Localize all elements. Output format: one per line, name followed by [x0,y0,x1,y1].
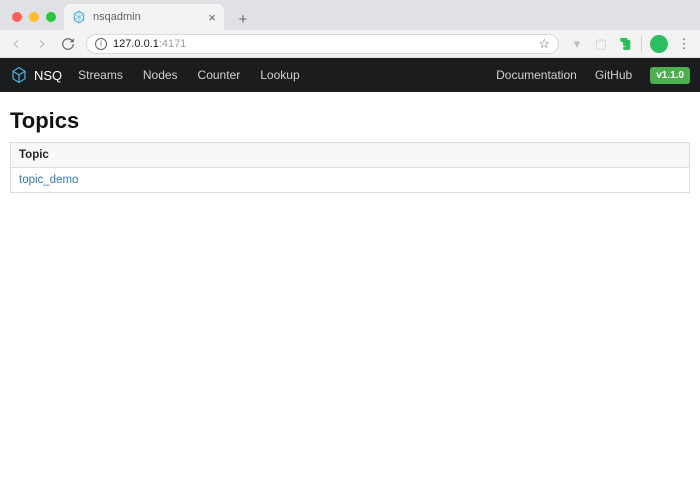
table-row: topic_demo [11,168,690,193]
nav-right: Documentation GitHub v1.1.0 [496,67,690,84]
url-host: 127.0.0.1 [113,38,159,50]
forward-button[interactable] [34,36,50,52]
url-port: :4171 [159,38,187,50]
window-controls [8,12,64,30]
nav-counter[interactable]: Counter [198,68,241,82]
nav-documentation[interactable]: Documentation [496,68,577,82]
bookmark-star-icon[interactable]: ☆ [538,36,550,52]
tab-title: nsqadmin [93,11,208,23]
nav-nodes[interactable]: Nodes [143,68,178,82]
back-button[interactable] [8,36,24,52]
new-tab-button[interactable]: + [230,8,256,30]
close-window-icon[interactable] [12,12,22,22]
extension-icon[interactable]: ▾ [569,36,585,52]
topics-table: Topic topic_demo [10,142,690,193]
reload-button[interactable] [60,36,76,52]
brand-label: NSQ [34,68,62,83]
nsq-favicon-icon [72,10,86,24]
extension-area: ▾ ▢ ⋮ [569,35,692,53]
profile-avatar-icon[interactable] [650,35,668,53]
browser-toolbar: i 127.0.0.1:4171 ☆ ▾ ▢ ⋮ [0,30,700,58]
nav-streams[interactable]: Streams [78,68,123,82]
topic-link[interactable]: topic_demo [19,174,78,186]
browser-menu-icon[interactable]: ⋮ [676,36,692,52]
nsq-logo-icon [10,66,28,84]
extension-icon[interactable]: ▢ [593,36,609,52]
nav-github[interactable]: GitHub [595,68,632,82]
site-info-icon[interactable]: i [95,38,107,50]
browser-tab-strip: nsqadmin × + [0,0,700,30]
app-navbar: NSQ Streams Nodes Counter Lookup Documen… [0,58,700,92]
evernote-icon[interactable] [617,36,633,52]
maximize-window-icon[interactable] [46,12,56,22]
nav-lookup[interactable]: Lookup [260,68,299,82]
minimize-window-icon[interactable] [29,12,39,22]
version-badge: v1.1.0 [650,67,690,84]
browser-tab[interactable]: nsqadmin × [64,4,224,30]
brand[interactable]: NSQ [10,66,62,84]
table-header-topic: Topic [11,143,690,168]
page-title: Topics [10,108,690,134]
separator [641,36,642,52]
tab-close-icon[interactable]: × [208,10,216,25]
page-content: Topics Topic topic_demo [0,92,700,209]
address-bar[interactable]: i 127.0.0.1:4171 ☆ [86,34,559,54]
